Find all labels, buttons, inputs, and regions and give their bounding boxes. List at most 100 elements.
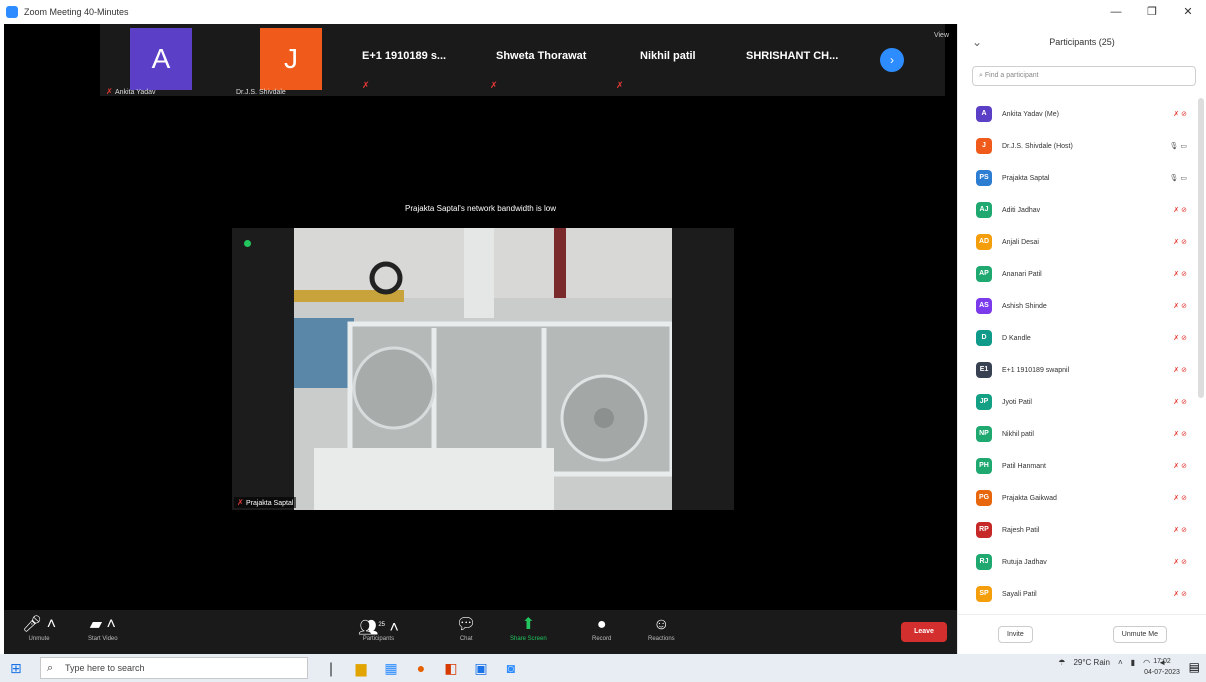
mic-muted-icon[interactable]: ✗ ⊘ — [1173, 398, 1187, 406]
mic-on-icon[interactable]: 🎙︎ ▭ — [1170, 142, 1187, 150]
participant-row[interactable]: AJ Aditi Jadhav ✗ ⊘ — [958, 194, 1206, 226]
mic-muted-icon[interactable]: ✗ ⊘ — [1173, 302, 1187, 310]
participant-name: D Kandle — [1002, 334, 1031, 342]
file-explorer-icon[interactable]: ▆ — [346, 658, 376, 678]
participant-row[interactable]: AS Ashish Shinde ✗ ⊘ — [958, 290, 1206, 322]
minimize-button[interactable]: — — [1098, 0, 1134, 24]
chevron-right-icon[interactable]: › — [880, 48, 904, 72]
mic-muted-icon: ✗ — [106, 87, 115, 96]
reactions-button[interactable]: ☺ Reactions — [648, 614, 675, 642]
participant-name: Jyoti Patil — [1002, 398, 1032, 406]
mic-muted-icon[interactable]: ✗ ⊘ — [1173, 366, 1187, 374]
tile-name: Ankita Yadav — [114, 89, 156, 96]
close-button[interactable]: ✕ — [1170, 0, 1206, 24]
store-icon[interactable]: ▦ — [376, 658, 406, 678]
participant-name: Dr.J.S. Shivdale (Host) — [1002, 142, 1073, 150]
record-button[interactable]: ● Record — [592, 614, 611, 642]
name-tile[interactable]: Shweta Thorawat — [496, 50, 586, 62]
participant-row[interactable]: PH Patil Hanmant ✗ ⊘ — [958, 450, 1206, 482]
avatar: E1 — [976, 362, 992, 378]
scrollbar[interactable] — [1198, 98, 1204, 398]
start-video-button[interactable]: ▰ ˄ Start Video — [88, 614, 118, 642]
tile-name: Dr.J.S. Shivdale — [236, 89, 286, 96]
unmute-button[interactable]: 🎤︎ ˄ Unmute — [22, 614, 56, 642]
mic-muted-icon[interactable]: ✗ ⊘ — [1173, 494, 1187, 502]
participant-row[interactable]: JP Jyoti Patil ✗ ⊘ — [958, 386, 1206, 418]
participant-row[interactable]: PG Prajakta Gaikwad ✗ ⊘ — [958, 482, 1206, 514]
view-button[interactable]: View — [934, 32, 949, 39]
participants-icon: 👥︎ — [358, 619, 379, 637]
chat-button[interactable]: 💬︎ Chat — [456, 614, 476, 642]
avatar: AJ — [976, 202, 992, 218]
participant-row[interactable]: AP Ananari Patil ✗ ⊘ — [958, 258, 1206, 290]
unmute-me-button[interactable]: Unmute Me — [1112, 626, 1167, 643]
participant-row[interactable]: PS Prajakta Saptal 🎙︎ ▭ — [958, 162, 1206, 194]
network-status-icon — [244, 240, 251, 247]
avatar: J — [260, 28, 322, 90]
name-tile[interactable]: Nikhil patil — [640, 50, 696, 62]
mic-muted-icon[interactable]: ✗ ⊘ — [1173, 526, 1187, 534]
participant-row[interactable]: J Dr.J.S. Shivdale (Host) 🎙︎ ▭ — [958, 130, 1206, 162]
collapse-panel-icon[interactable]: ⌄ — [972, 35, 982, 49]
participant-name: Sayali Patil — [1002, 590, 1037, 598]
maximize-button[interactable]: ❐ — [1134, 0, 1170, 24]
participant-search-input[interactable]: ⌕ Find a participant — [972, 66, 1196, 86]
taskbar-search-input[interactable]: ⌕ Type here to search — [40, 657, 308, 679]
weather-text[interactable]: 29°C Rain — [1073, 658, 1110, 667]
participants-button[interactable]: 👥︎25 ˄ Participants — [358, 614, 399, 642]
mic-muted-icon[interactable]: ✗ ⊘ — [1173, 462, 1187, 470]
mic-muted-icon[interactable]: ✗ ⊘ — [1173, 270, 1187, 278]
firefox-icon[interactable]: ● — [406, 658, 436, 678]
zoom-taskbar-icon[interactable]: ◙ — [496, 658, 526, 678]
speaker-name: Prajakta Saptal — [245, 500, 294, 507]
participant-strip: A ✗ Ankita Yadav J Dr.J.S. Shivdale E+1 … — [100, 24, 945, 96]
leave-button[interactable]: Leave — [901, 622, 947, 642]
participant-row[interactable]: D D Kandle ✗ ⊘ — [958, 322, 1206, 354]
participant-row[interactable]: RJ Rutuja Jadhav ✗ ⊘ — [958, 546, 1206, 578]
participant-name: Ananari Patil — [1002, 270, 1042, 278]
mic-muted-icon[interactable]: ✗ ⊘ — [1173, 206, 1187, 214]
participant-name: Patil Hanmant — [1002, 462, 1046, 470]
mic-muted-icon[interactable]: ✗ ⊘ — [1173, 238, 1187, 246]
active-speaker-video[interactable]: ✗ Prajakta Saptal — [232, 228, 734, 510]
record-icon: ● — [596, 616, 607, 633]
office-icon[interactable]: ◧ — [436, 658, 466, 678]
invite-button[interactable]: Invite — [998, 626, 1033, 643]
chevron-up-icon[interactable]: ˄ — [1118, 658, 1123, 667]
photos-icon[interactable]: ▣ — [466, 658, 496, 678]
windows-start-icon[interactable]: ⊞ — [10, 660, 22, 677]
clock[interactable]: 17:02 04-07-2023 — [1142, 656, 1182, 678]
weather-icon: ☂ — [1058, 658, 1066, 667]
participant-row[interactable]: RP Rajesh Patil ✗ ⊘ — [958, 514, 1206, 546]
participant-name: Rutuja Jadhav — [1002, 558, 1047, 566]
participant-row[interactable]: E1 E+1 1910189 swapnil ✗ ⊘ — [958, 354, 1206, 386]
participant-name: Ashish Shinde — [1002, 302, 1047, 310]
avatar: J — [976, 138, 992, 154]
bandwidth-warning: Prajakta Saptal's network bandwidth is l… — [405, 204, 556, 213]
video-feed — [294, 228, 672, 510]
mic-muted-icon[interactable]: ✗ ⊘ — [1173, 558, 1187, 566]
task-view-icon[interactable]: ❘ — [316, 658, 346, 678]
mic-muted-icon[interactable]: ✗ ⊘ — [1173, 430, 1187, 438]
mic-on-icon[interactable]: 🎙︎ ▭ — [1170, 174, 1187, 182]
window-title-bar: Zoom Meeting 40-Minutes — ❐ ✕ — [0, 0, 1206, 24]
window-title: Zoom Meeting 40-Minutes — [24, 7, 129, 17]
participant-row[interactable]: AD Anjali Desai ✗ ⊘ — [958, 226, 1206, 258]
name-tile[interactable]: E+1 1910189 s... — [362, 50, 446, 62]
meeting-toolbar: 🎤︎ ˄ Unmute ▰ ˄ Start Video 👥︎25 ˄ Parti… — [4, 610, 957, 654]
mic-muted-icon[interactable]: ✗ ⊘ — [1173, 110, 1187, 118]
avatar: RP — [976, 522, 992, 538]
avatar: PH — [976, 458, 992, 474]
participant-row[interactable]: SP Sayali Patil ✗ ⊘ — [958, 578, 1206, 610]
mic-muted-icon[interactable]: ✗ ⊘ — [1173, 334, 1187, 342]
zoom-logo-icon — [6, 6, 18, 18]
participant-row[interactable]: A Ankita Yadav (Me) ✗ ⊘ — [958, 98, 1206, 130]
avatar: RJ — [976, 554, 992, 570]
participant-row[interactable]: NP Nikhil patil ✗ ⊘ — [958, 418, 1206, 450]
battery-icon[interactable]: ▮ — [1131, 658, 1135, 667]
notification-icon[interactable]: ▤ — [1189, 660, 1200, 674]
share-screen-button[interactable]: ⬆ Share Screen — [510, 614, 547, 642]
mic-muted-icon[interactable]: ✗ ⊘ — [1173, 590, 1187, 598]
avatar: SP — [976, 586, 992, 602]
name-tile[interactable]: SHRISHANT CH... — [746, 50, 838, 62]
